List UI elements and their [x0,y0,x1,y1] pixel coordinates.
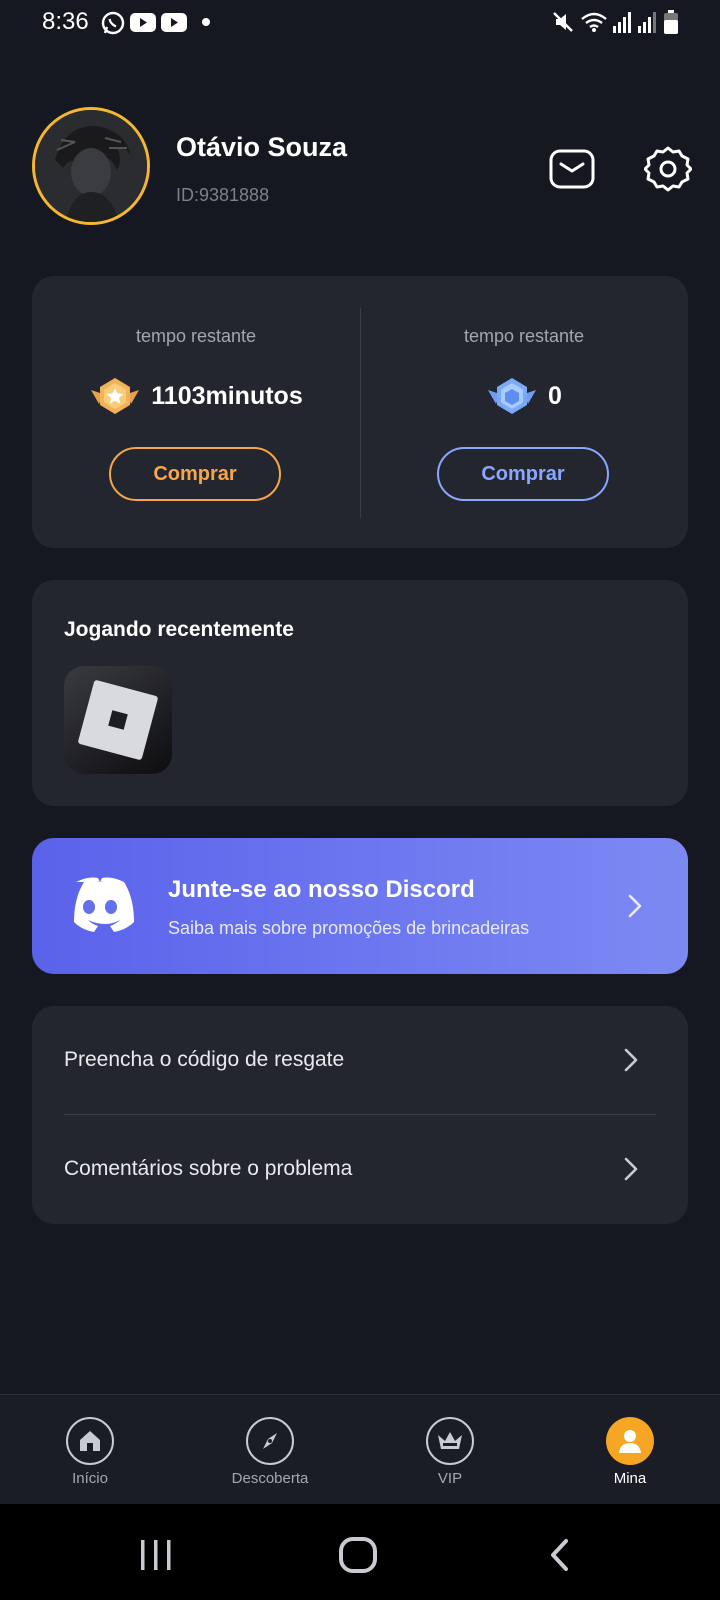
chevron-right-icon [624,1157,638,1181]
recent-games-card: Jogando recentemente [32,580,688,806]
user-id: ID:9381888 [176,185,270,205]
home-icon [66,1417,114,1465]
menu-item-label: Comentários sobre o problema [64,1157,353,1180]
nav-label: Descoberta [231,1470,309,1487]
avatar[interactable] [32,107,150,225]
roblox-icon [78,680,158,760]
buy-button-blue[interactable]: Comprar [437,447,609,501]
balance-blue: tempo restante 0 Comprar [360,276,688,548]
mute-icon [553,12,573,32]
back-icon[interactable] [548,1538,572,1572]
buy-button-gold[interactable]: Comprar [109,447,281,501]
discord-title: Junte-se ao nosso Discord [168,876,475,903]
chevron-right-icon [624,1048,638,1072]
nav-label: VIP [437,1470,463,1487]
youtube-icon [161,13,187,32]
recent-title: Jogando recentemente [64,618,294,641]
discord-icon [74,877,134,932]
dot-icon [202,18,210,26]
gear-icon[interactable] [644,145,692,193]
wifi-icon [581,12,607,32]
compass-icon [246,1417,294,1465]
signal-icon [613,12,631,33]
whatsapp-icon [101,11,125,35]
balance-value: 0 [548,381,562,410]
nav-item-inicio[interactable]: Início [0,1395,180,1505]
balance-value: 1103minutos [151,381,303,410]
discord-banner[interactable]: Junte-se ao nosso Discord Saiba mais sob… [32,838,688,974]
nav-label: Início [72,1470,108,1487]
recent-apps-icon[interactable] [138,1538,174,1572]
status-bar: 8:36 [0,0,720,44]
discord-subtitle: Saiba mais sobre promoções de brincadeir… [168,918,530,938]
nav-item-vip[interactable]: VIP [360,1395,540,1505]
chevron-right-icon [628,894,642,918]
gold-badge-icon [91,378,140,414]
signal-icon [638,12,656,33]
blue-badge-icon [488,378,537,414]
user-name: Otávio Souza [176,132,348,162]
home-button-icon[interactable] [338,1536,378,1574]
nav-item-mina[interactable]: Mina [540,1395,720,1505]
youtube-icon [130,13,156,32]
mail-icon[interactable] [548,145,596,193]
system-nav-bar [0,1504,720,1600]
balance-label: tempo restante [135,326,257,346]
bottom-nav: Início Descoberta VIP Mina [0,1394,720,1504]
balance-card: tempo restante 1103minutos Comprar tempo… [32,276,688,548]
nav-item-descoberta[interactable]: Descoberta [180,1395,360,1505]
menu-card: Preencha o código de resgate Comentários… [32,1006,688,1224]
battery-icon [664,10,678,34]
menu-item-redeem-code[interactable]: Preencha o código de resgate [32,1006,688,1115]
user-icon [606,1417,654,1465]
crown-icon [426,1417,474,1465]
nav-label: Mina [613,1470,647,1487]
balance-gold: tempo restante 1103minutos Comprar [32,276,360,548]
menu-item-feedback[interactable]: Comentários sobre o problema [32,1115,688,1224]
avatar-image [35,110,147,222]
balance-label: tempo restante [463,326,585,346]
game-tile-roblox[interactable] [64,666,172,774]
status-time: 8:36 [42,8,89,35]
menu-item-label: Preencha o código de resgate [64,1048,345,1071]
